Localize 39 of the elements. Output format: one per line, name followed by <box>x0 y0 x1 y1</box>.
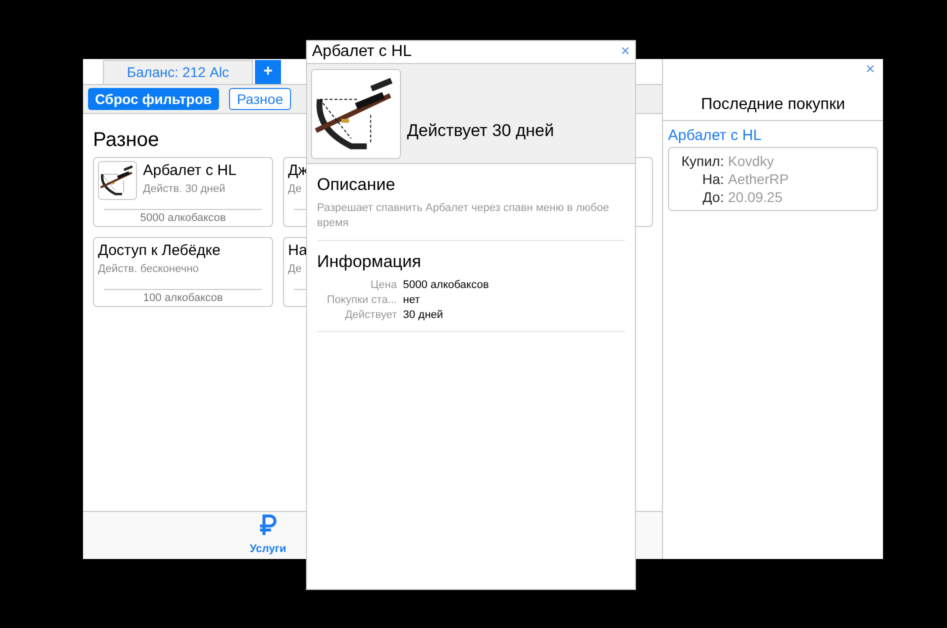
item-duration: Де <box>288 262 303 277</box>
recent-item-link[interactable]: Арбалет с HL <box>668 127 878 145</box>
purchase-label: До: <box>702 188 724 206</box>
item-duration: Действ. бесконечно <box>98 262 200 277</box>
dialog-duration: Действует 30 дней <box>407 120 554 142</box>
purchase-value: Kovdky <box>728 152 775 170</box>
recent-heading: Последние покупки <box>700 95 846 115</box>
purchase-label: На: <box>701 170 724 188</box>
ruble-icon <box>258 513 278 538</box>
item-price: 5000 алкобаксов <box>140 211 226 226</box>
balance-tab[interactable]: Баланс: 212 Alc <box>103 60 253 84</box>
item-card[interactable]: Арбалет с HL Действ. 30 дней 5000 алкобаксов <box>93 157 273 227</box>
item-title: На <box>288 241 308 261</box>
info-value: 5000 алкобаксов <box>403 278 490 293</box>
info-label: Цена <box>370 278 397 293</box>
info-value: 30 дней <box>403 308 444 323</box>
info-label: Действует <box>344 308 397 323</box>
dialog-title: Арбалет с HL <box>312 42 412 62</box>
add-button[interactable]: + <box>255 60 281 84</box>
item-duration: Де <box>288 182 303 197</box>
item-price: 100 алкобаксов <box>143 291 223 306</box>
item-card[interactable]: Доступ к Лебёдке Действ. бесконечно 100 алкобаксов <box>93 237 273 307</box>
description-heading: Описание <box>317 174 396 196</box>
item-title: Доступ к Лебёдке <box>98 241 221 261</box>
category-heading: Разное <box>93 129 160 151</box>
info-heading: Информация <box>317 251 422 273</box>
filter-button[interactable]: Разное <box>228 88 292 110</box>
info-value: нет <box>403 293 421 308</box>
nav-tab[interactable]: Услуги <box>243 513 293 558</box>
info-label: Покупки ста... <box>326 293 397 308</box>
close-button[interactable]: × <box>620 44 630 60</box>
close-button[interactable]: × <box>866 62 875 78</box>
purchase-value: 20.09.25 <box>728 188 784 206</box>
description-text: Разрешает спавнить Арбалет через спавн меню в любое время <box>317 201 625 241</box>
filter-button[interactable]: Сброс фильтров <box>88 88 219 110</box>
item-title: Арбалет с HL <box>143 161 236 181</box>
purchase-label: Купил: <box>680 152 724 170</box>
purchase-value: AetherRP <box>728 170 790 188</box>
item-duration: Действ. 30 дней <box>143 182 226 197</box>
